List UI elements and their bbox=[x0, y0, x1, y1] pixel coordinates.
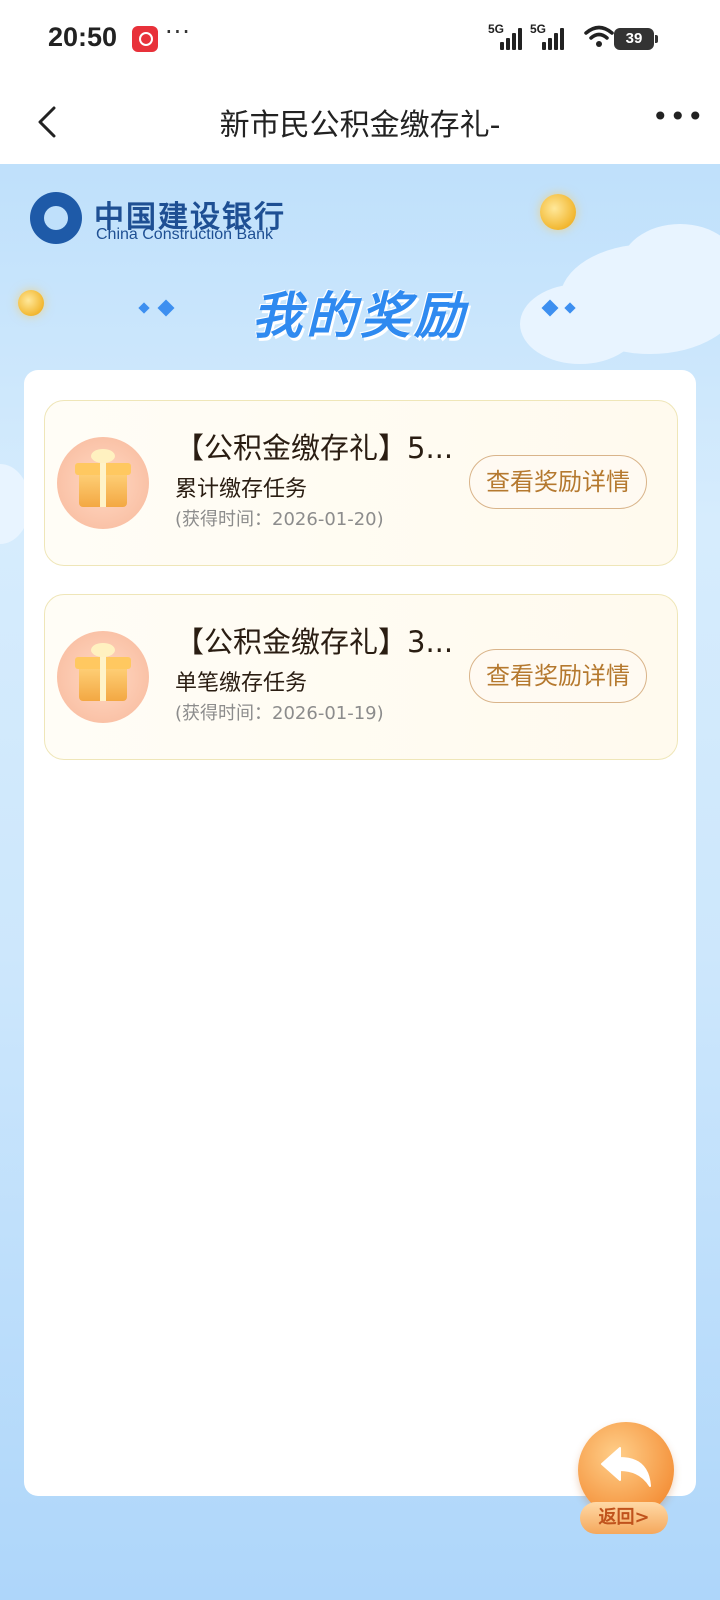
nav-title: 新市民公积金缴存礼- bbox=[219, 108, 501, 143]
gift-icon bbox=[57, 631, 149, 723]
reward-time: (获得时间：2026-01-20) bbox=[175, 509, 384, 530]
rewards-panel: 【公积金缴存礼】5... 累计缴存任务 (获得时间：2026-01-20) 查看… bbox=[24, 370, 696, 1496]
reward-card: 【公积金缴存礼】3... 单笔缴存任务 (获得时间：2026-01-19) 查看… bbox=[44, 594, 678, 760]
wifi-icon bbox=[584, 25, 614, 47]
status-time: 20:50 bbox=[48, 22, 118, 52]
bank-name-en: China Construction Bank bbox=[96, 226, 273, 243]
rewards-page: 中国建设银行 China Construction Bank 我的奖励 【公积金… bbox=[0, 164, 720, 1600]
reward-task-type: 单笔缴存任务 bbox=[175, 671, 308, 696]
gift-icon bbox=[57, 437, 149, 529]
nav-bar: 新市民公积金缴存礼- ••• bbox=[0, 80, 720, 164]
ccb-logo-icon bbox=[30, 192, 82, 244]
more-dots-icon[interactable]: ••• bbox=[652, 100, 705, 133]
return-arrow-icon bbox=[601, 1447, 651, 1487]
coin-icon bbox=[540, 194, 576, 230]
view-reward-details-button[interactable]: 查看奖励详情 bbox=[469, 649, 647, 703]
reward-title: 【公积金缴存礼】5... bbox=[175, 431, 454, 465]
reward-time: (获得时间：2026-01-19) bbox=[175, 703, 384, 724]
battery-icon: 39 bbox=[614, 28, 658, 50]
reward-title: 【公积金缴存礼】3... bbox=[175, 625, 454, 659]
notification-more-icon: ··· bbox=[165, 18, 191, 46]
return-label[interactable]: 返回> bbox=[580, 1502, 668, 1534]
notification-app-icon bbox=[132, 26, 158, 52]
view-reward-details-button[interactable]: 查看奖励详情 bbox=[469, 455, 647, 509]
status-bar: 20:50 ··· 5G 5G 39 bbox=[0, 0, 720, 80]
reward-task-type: 累计缴存任务 bbox=[175, 477, 308, 502]
reward-card: 【公积金缴存礼】5... 累计缴存任务 (获得时间：2026-01-20) 查看… bbox=[44, 400, 678, 566]
page-title: 我的奖励 bbox=[252, 287, 468, 345]
